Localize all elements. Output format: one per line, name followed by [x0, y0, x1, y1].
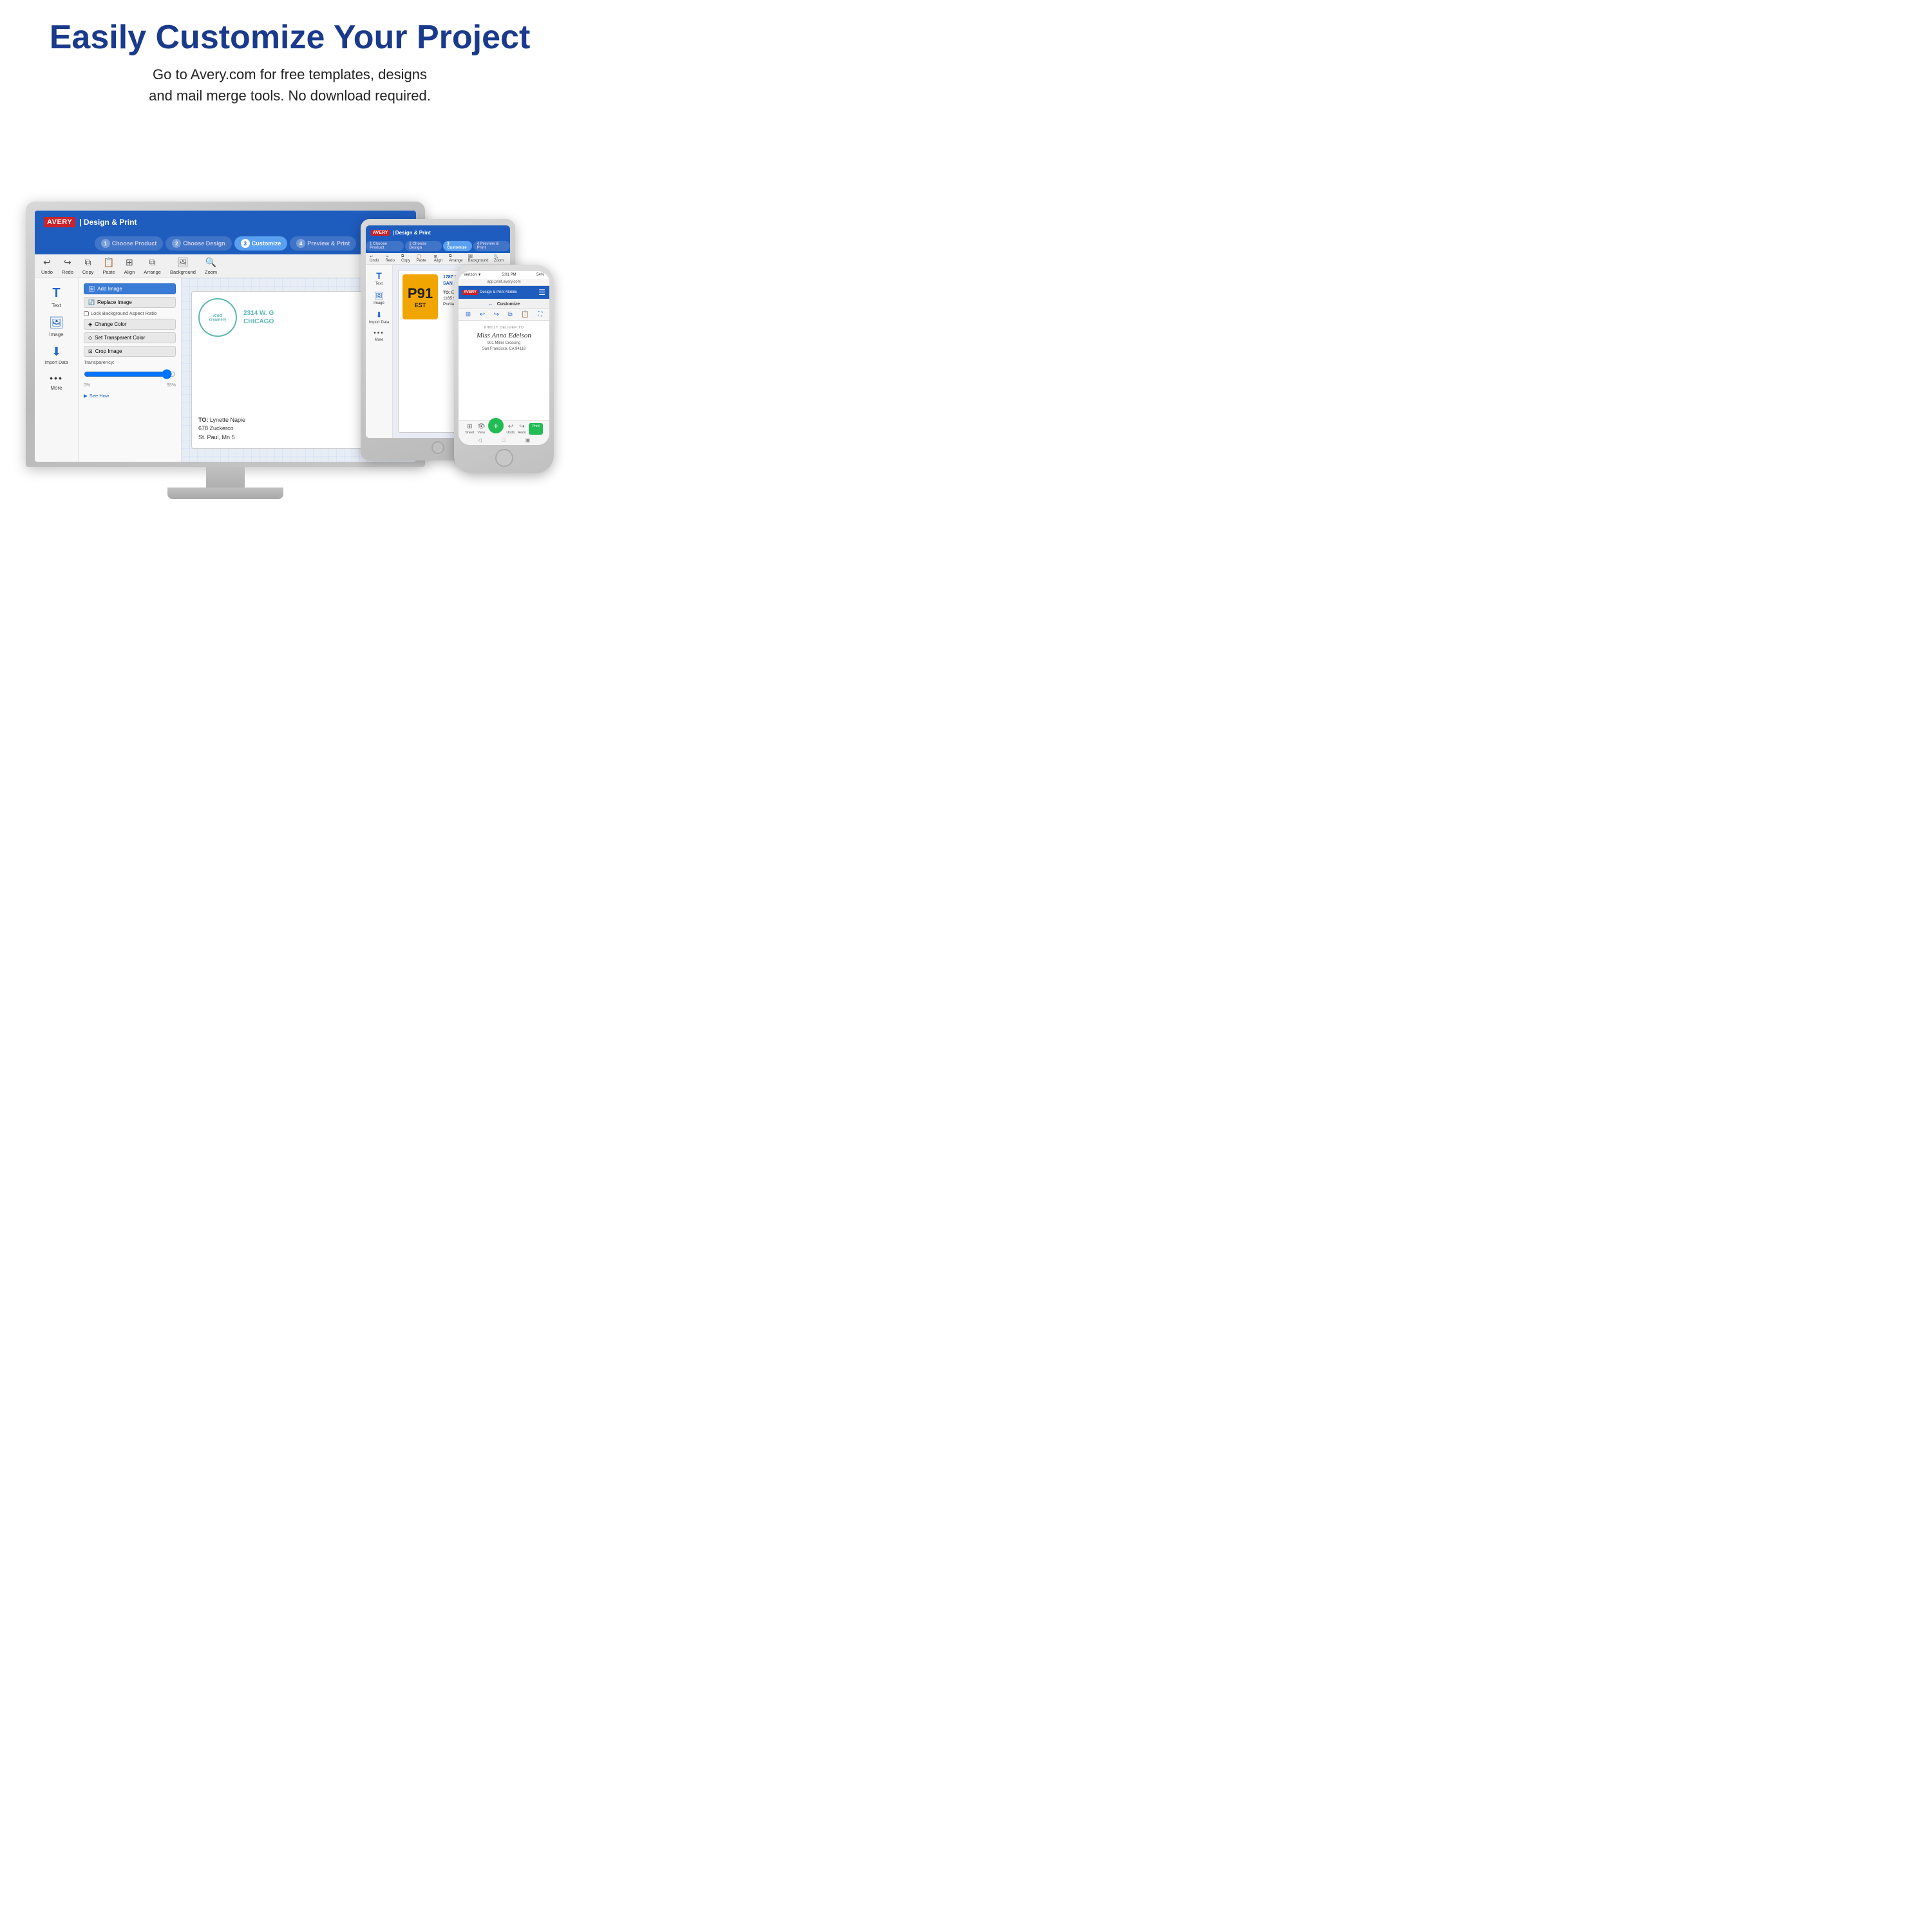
header-section: Easily Customize Your Project Go to Aver… — [26, 19, 554, 106]
toolbar-redo[interactable]: ↪ Redo — [62, 257, 73, 275]
toolbar-paste[interactable]: 📋 Paste — [102, 257, 115, 275]
phone-menu-icon[interactable]: ☰ — [538, 288, 545, 297]
transparency-slider[interactable] — [84, 369, 176, 379]
phone-sheet-btn[interactable]: ⊞ Sheet — [465, 423, 474, 435]
phone-add-btn[interactable]: + — [488, 418, 504, 433]
lock-aspect-checkbox[interactable] — [84, 311, 89, 316]
phone-logo-area: AVERY Design & Print Mobile — [462, 290, 517, 295]
avery-panel: 🖼 Add Image 🔄 Replace Image Lock Backgro… — [79, 278, 182, 462]
phone-undo-btn[interactable]: ↩ — [480, 311, 485, 318]
phone-screen: Verizon ▼ 5:01 PM 54% app.print.avery.co… — [459, 271, 549, 445]
avery-header: AVERY | Design & Print — [35, 211, 416, 234]
tablet-label-orange: P91 EST — [402, 274, 438, 319]
phone-bottom-icons2: ◁ □ ▣ — [459, 436, 549, 443]
tablet-step-2[interactable]: 2 Choose Design — [405, 241, 442, 251]
toolbar-copy[interactable]: ⧉ Copy — [82, 257, 94, 275]
crop-image-button[interactable]: ⊡ Crop Image — [84, 346, 176, 357]
phone-customize-bar: ← Customize — [459, 299, 549, 309]
phone: Verizon ▼ 5:01 PM 54% app.print.avery.co… — [454, 265, 554, 473]
toolbar-align[interactable]: ⊞ Align — [124, 257, 135, 275]
avery-main: T Text 🖼 Image ⬇ Import Data — [35, 278, 416, 462]
phone-browser-bar[interactable]: app.print.avery.com — [459, 279, 549, 286]
lock-aspect-row: Lock Background Aspect Ratio — [84, 310, 176, 316]
phone-ui: Verizon ▼ 5:01 PM 54% app.print.avery.co… — [459, 271, 549, 445]
page-title: Easily Customize Your Project — [26, 19, 554, 56]
tablet-sidebar-import[interactable]: ⬇ Import Data — [367, 308, 391, 327]
tablet-step-4[interactable]: 4 Preview & Print — [473, 241, 510, 251]
phone-print-btn[interactable]: Print — [529, 423, 542, 435]
tablet-header-title: | Design & Print — [392, 230, 431, 236]
iced-logo: iced creamery — [198, 298, 237, 337]
add-image-button[interactable]: 🖼 Add Image — [84, 283, 176, 294]
sidebar-item-more[interactable]: ••• More — [47, 370, 66, 393]
avery-header-title: | Design & Print — [79, 218, 137, 227]
monitor-stand-base — [167, 488, 283, 499]
step-preview-print[interactable]: 4 Preview & Print — [290, 236, 356, 251]
phone-content: KINDLY DELIVER TO Miss Anna Edelson 901 … — [459, 321, 549, 420]
tablet-sidebar-more[interactable]: ••• More — [372, 328, 386, 344]
step-choose-design[interactable]: 2 Choose Design — [166, 236, 232, 251]
phone-home-button[interactable] — [495, 449, 513, 467]
phone-nav-back[interactable]: ◁ — [478, 437, 482, 443]
sidebar-item-image[interactable]: 🖼 Image — [46, 314, 66, 340]
tablet-steps: 1 Choose Product 2 Choose Design 3 Custo… — [366, 240, 510, 253]
tablet-header: AVERY | Design & Print — [366, 225, 510, 240]
tablet-sidebar-image[interactable]: 🖼 Image — [372, 289, 386, 307]
see-how-link[interactable]: ▶ See How — [84, 393, 176, 399]
phone-toolbar-row: ⊞ ↩ ↪ ⧉ 📋 ⛶ — [459, 309, 549, 321]
phone-header-title: Design & Print Mobile — [480, 290, 517, 294]
tablet-step-1[interactable]: 1 Choose Product — [366, 241, 404, 251]
avery-logo: AVERY — [44, 217, 75, 227]
phone-undo-bottom-btn[interactable]: ↩ Undo — [506, 423, 515, 435]
phone-paste-btn[interactable]: 📋 — [521, 311, 529, 318]
phone-avery-header: AVERY Design & Print Mobile ☰ — [459, 286, 549, 299]
avery-desktop-ui: AVERY | Design & Print 1 Choose Product … — [35, 211, 416, 462]
monitor-stand-neck — [206, 467, 245, 488]
monitor-screen: AVERY | Design & Print 1 Choose Product … — [35, 211, 416, 462]
phone-full-btn[interactable]: ⛶ — [538, 311, 542, 318]
tablet-sidebar: T Text 🖼 Image ⬇ Import Data — [366, 265, 393, 438]
toolbar-zoom[interactable]: 🔍 Zoom — [205, 257, 217, 275]
tablet-home-button[interactable] — [431, 441, 444, 454]
phone-redo-btn[interactable]: ↪ — [494, 311, 499, 318]
tablet-logo: AVERY — [371, 230, 390, 236]
phone-status-bar: Verizon ▼ 5:01 PM 54% — [459, 271, 549, 279]
replace-image-button[interactable]: 🔄 Replace Image — [84, 297, 176, 308]
phone-bottom-icons: ⊞ Sheet 👁 View + ↩ — [459, 423, 549, 435]
phone-view-btn[interactable]: 👁 View — [477, 423, 486, 435]
toolbar-arrange[interactable]: ⧉ Arrange — [144, 257, 161, 275]
phone-kindly-label: KINDLY DELIVER TO — [464, 326, 544, 330]
sidebar-item-text[interactable]: T Text — [49, 283, 64, 311]
phone-nav-home[interactable]: □ — [502, 437, 505, 443]
phone-bezel: Verizon ▼ 5:01 PM 54% app.print.avery.co… — [454, 265, 554, 473]
avery-sidebar: T Text 🖼 Image ⬇ Import Data — [35, 278, 79, 462]
label-address-top: 2314 W. G CHICAGO — [243, 309, 274, 326]
subtitle: Go to Avery.com for free templates, desi… — [26, 64, 554, 106]
transparency-label: Transparency: — [84, 359, 176, 365]
toolbar-background[interactable]: 🖼 Background — [170, 257, 196, 275]
toolbar-undo[interactable]: ↩ Undo — [41, 257, 53, 275]
phone-bottom-bar: ⊞ Sheet 👁 View + ↩ — [459, 420, 549, 445]
phone-recipient: Miss Anna Edelson — [464, 332, 544, 339]
phone-nav-apps[interactable]: ▣ — [526, 437, 531, 443]
avery-steps: 1 Choose Product 2 Choose Design 3 Custo… — [35, 234, 416, 254]
tablet-step-3[interactable]: 3 Customize — [443, 241, 472, 251]
set-transparent-button[interactable]: ◇ Set Transparent Color — [84, 332, 176, 343]
phone-logo: AVERY — [462, 290, 478, 295]
tablet-sidebar-text[interactable]: T Text — [374, 269, 384, 288]
tablet-toolbar: ↩ Undo ↪ Redo ⧉ Copy 📋 Paste ⊞ Align ⧉ A… — [366, 253, 510, 265]
avery-toolbar: ↩ Undo ↪ Redo ⧉ Copy 📋 — [35, 254, 416, 278]
phone-address: 901 Miller Crossing San Francisco, CA 94… — [464, 341, 544, 352]
change-color-button[interactable]: ◈ Change Color — [84, 319, 176, 330]
sidebar-item-import[interactable]: ⬇ Import Data — [42, 343, 71, 368]
devices-section: AVERY | Design & Print 1 Choose Product … — [26, 126, 554, 499]
step-choose-product[interactable]: 1 Choose Product — [95, 236, 164, 251]
phone-redo-bottom-btn[interactable]: ↪ Redo — [518, 423, 526, 435]
step-customize[interactable]: 3 Customize — [234, 236, 288, 251]
phone-copy-btn[interactable]: ⧉ — [508, 311, 513, 318]
transparency-values: 0% 95% — [84, 383, 176, 388]
phone-fit-btn[interactable]: ⊞ — [466, 311, 471, 318]
